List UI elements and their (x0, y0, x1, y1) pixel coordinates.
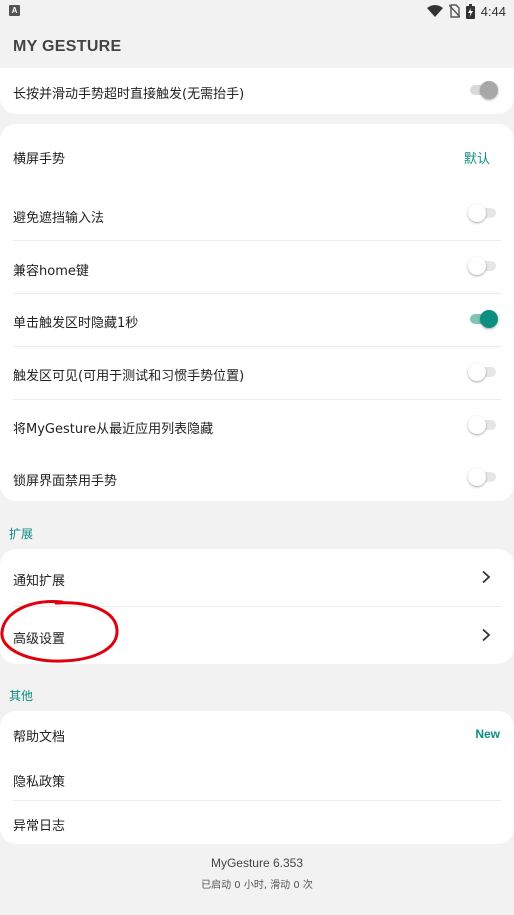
chevron-right-icon (482, 628, 491, 642)
settings-item-label: 锁屏界面禁用手势 (13, 474, 118, 489)
privacy-policy-label: 隐私政策 (13, 775, 66, 790)
chevron-right-icon (482, 570, 491, 584)
hide-on-tap-toggle[interactable] (468, 309, 498, 329)
wifi-icon (426, 5, 443, 17)
settings-item-hide-recents[interactable]: 将MyGesture从最近应用列表隐藏 (0, 400, 514, 452)
app-bar: MY GESTURE (0, 22, 514, 70)
landscape-gesture-row[interactable]: 横屏手势 默认 (0, 124, 514, 186)
usage-stats: 已启动 0 小时, 滑动 0 次 (201, 880, 313, 891)
landscape-gesture-label: 横屏手势 (13, 152, 66, 167)
home-key-toggle[interactable] (468, 256, 498, 276)
settings-item-label: 触发区可见(可用于测试和习惯手势位置) (13, 369, 245, 384)
settings-item-label: 兼容home键 (13, 264, 89, 279)
landscape-gesture-value: 默认 (463, 152, 490, 167)
settings-item-label: 避免遮挡输入法 (13, 211, 105, 226)
hide-recents-toggle[interactable] (468, 415, 498, 435)
notification-a-icon: A (9, 5, 20, 16)
section-header-other: 其他 (9, 689, 34, 703)
long-press-timeout-label: 长按并滑动手势超时直接触发(无需抬手) (13, 87, 245, 102)
advanced-settings-label: 高级设置 (13, 632, 66, 647)
battery-icon (465, 3, 475, 19)
status-icons: 4:44 (426, 2, 506, 20)
status-bar: A 4:44 (0, 0, 514, 22)
avoid-ime-toggle[interactable] (468, 203, 498, 223)
gesture-settings-card: 横屏手势 默认 避免遮挡输入法 兼容home键 单击触发区时隐藏1秒 触发区可见… (0, 124, 514, 501)
error-log-row[interactable]: 异常日志 (0, 801, 514, 844)
top-settings-card: 长按并滑动手势超时直接触发(无需抬手) (0, 68, 514, 114)
app-version: MyGesture 6.353 (210, 856, 304, 870)
help-docs-label: 帮助文档 (13, 730, 66, 745)
privacy-policy-row[interactable]: 隐私政策 (0, 756, 514, 800)
settings-item-label: 将MyGesture从最近应用列表隐藏 (13, 422, 214, 437)
settings-item-hide-on-tap[interactable]: 单击触发区时隐藏1秒 (0, 294, 514, 346)
help-docs-row[interactable]: 帮助文档 New (0, 711, 514, 755)
visible-area-toggle[interactable] (468, 362, 498, 382)
other-card: 帮助文档 New 隐私政策 异常日志 (0, 711, 514, 844)
extensions-card: 通知扩展 高级设置 (0, 549, 514, 664)
section-header-extensions: 扩展 (9, 527, 34, 541)
long-press-timeout-toggle[interactable] (468, 80, 498, 100)
error-log-label: 异常日志 (13, 819, 66, 834)
settings-item-visible-area[interactable]: 触发区可见(可用于测试和习惯手势位置) (0, 347, 514, 399)
settings-item-label: 单击触发区时隐藏1秒 (13, 316, 139, 331)
notification-extension-row[interactable]: 通知扩展 (0, 549, 514, 606)
lockscreen-toggle[interactable] (468, 467, 498, 487)
new-badge: New (475, 727, 500, 741)
long-press-timeout-row[interactable]: 长按并滑动手势超时直接触发(无需抬手) (0, 68, 514, 114)
settings-item-home-key[interactable]: 兼容home键 (0, 241, 514, 293)
settings-item-avoid-ime[interactable]: 避免遮挡输入法 (0, 187, 514, 240)
no-sim-icon (448, 4, 460, 18)
settings-item-lockscreen[interactable]: 锁屏界面禁用手势 (0, 453, 514, 501)
page-title: MY GESTURE (13, 38, 122, 55)
clock: 4:44 (480, 3, 506, 19)
advanced-settings-row[interactable]: 高级设置 (0, 607, 514, 664)
notification-extension-label: 通知扩展 (13, 574, 66, 589)
